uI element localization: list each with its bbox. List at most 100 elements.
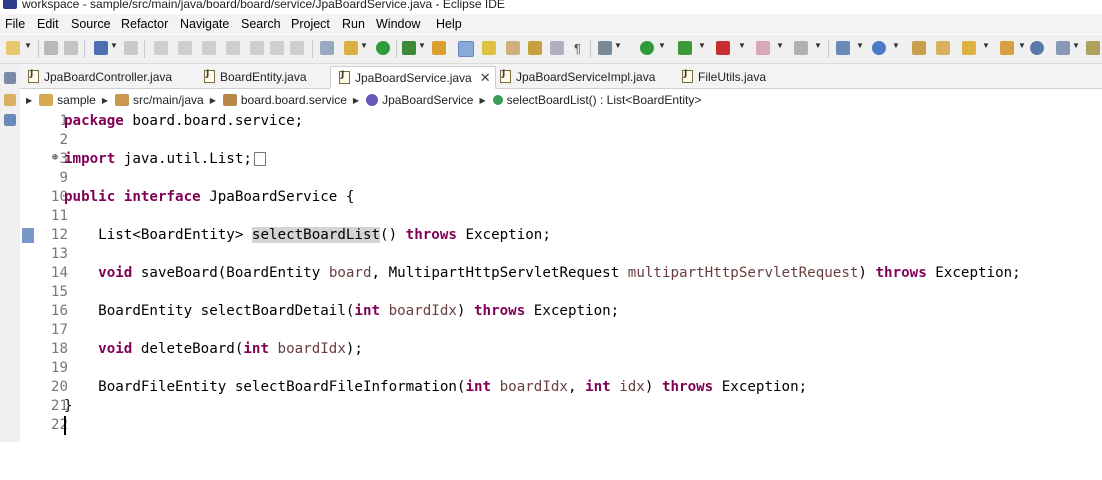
- code-line: 21 }: [50, 398, 73, 414]
- save-all-icon[interactable]: [64, 41, 78, 55]
- code-line: 17: [50, 322, 68, 338]
- menu-window[interactable]: Window: [376, 17, 420, 31]
- chevron-right-icon[interactable]: ▶: [26, 96, 32, 105]
- tab-label: BoardEntity.java: [220, 69, 307, 84]
- refresh-icon[interactable]: [402, 41, 416, 55]
- run-icon[interactable]: [640, 41, 654, 55]
- package-icon: [222, 94, 237, 106]
- code-line: 12 List<BoardEntity> selectBoardList() t…: [20, 226, 1102, 245]
- show-whitespace-icon[interactable]: [550, 41, 564, 55]
- disconnect-icon[interactable]: [226, 41, 240, 55]
- step-into-icon[interactable]: [250, 41, 264, 55]
- menu-project[interactable]: Project: [291, 17, 330, 31]
- tab-jpaboardserviceimpl[interactable]: JpaBoardServiceImpl.java: [500, 66, 655, 87]
- start-server-icon[interactable]: [376, 41, 390, 55]
- menu-run[interactable]: Run: [342, 17, 365, 31]
- tab-boardentity[interactable]: BoardEntity.java: [204, 66, 307, 87]
- toggle-mark-occurrences-icon[interactable]: [458, 41, 474, 57]
- project-icon: [39, 94, 54, 106]
- code-line: 10 public interface JpaBoardService {: [50, 189, 355, 205]
- deploy-icon[interactable]: [794, 41, 808, 55]
- next-edit-icon[interactable]: [1086, 41, 1100, 55]
- restore-icon[interactable]: [4, 72, 16, 84]
- occurrence-marker: [22, 228, 34, 243]
- run-coverage-icon[interactable]: [678, 41, 692, 55]
- terminate-icon[interactable]: [202, 41, 216, 55]
- code-line: 1 package board.board.service;: [59, 113, 304, 129]
- tab-fileutils[interactable]: FileUtils.java: [682, 66, 766, 87]
- window-title: workspace - sample/src/main/java/board/b…: [22, 0, 505, 11]
- suspend-icon[interactable]: [178, 41, 192, 55]
- menu-navigate[interactable]: Navigate: [180, 17, 229, 31]
- tab-label: JpaBoardServiceImpl.java: [516, 69, 656, 84]
- java-file-icon: [28, 69, 39, 83]
- toggle-block-icon[interactable]: [528, 41, 542, 55]
- java-file-icon: [500, 69, 511, 83]
- stop-icon[interactable]: [756, 41, 770, 55]
- open-type-icon[interactable]: [912, 41, 926, 55]
- use-step-filters-icon[interactable]: [320, 41, 334, 55]
- menu-source[interactable]: Source: [71, 17, 111, 31]
- chevron-right-icon[interactable]: ▶: [210, 96, 216, 105]
- last-edit-location-icon[interactable]: [1056, 41, 1070, 55]
- breadcrumb: ▶ sample ▶ src/main/java ▶ board.board.s…: [20, 89, 1102, 111]
- code-line: 14 void saveBoard(BoardEntity board, Mul…: [50, 265, 1021, 281]
- skip-breakpoints-icon[interactable]: [124, 41, 138, 55]
- menu-help[interactable]: Help: [436, 17, 462, 31]
- highlight-icon[interactable]: [482, 41, 496, 55]
- code-line: 11: [50, 208, 68, 224]
- menu-edit[interactable]: Edit: [37, 17, 59, 31]
- method-icon: [492, 95, 503, 105]
- open-console-icon[interactable]: [94, 41, 108, 55]
- search-icon[interactable]: [962, 41, 976, 55]
- tab-jpaboardservice[interactable]: JpaBoardService.java ✕: [330, 66, 496, 89]
- new-class-icon[interactable]: [872, 41, 886, 55]
- open-resource-icon[interactable]: [1000, 41, 1014, 55]
- breadcrumb-source-folder[interactable]: src/main/java: [115, 93, 204, 107]
- breadcrumb-package[interactable]: board.board.service: [222, 93, 347, 107]
- text-caret: [64, 416, 66, 435]
- new-java-project-icon[interactable]: [836, 41, 850, 55]
- next-annotation-icon[interactable]: [506, 41, 520, 55]
- code-editor[interactable]: 1 package board.board.service; 2 3 ⊕ imp…: [20, 112, 1102, 442]
- external-tools-icon[interactable]: [716, 41, 730, 55]
- breadcrumb-project[interactable]: sample: [39, 93, 96, 107]
- resume-icon[interactable]: [154, 41, 168, 55]
- code-line: 9: [59, 170, 68, 186]
- code-line: 20 BoardFileEntity selectBoardFileInform…: [50, 379, 808, 395]
- code-line: 22: [50, 416, 68, 435]
- chevron-right-icon[interactable]: ▶: [353, 96, 359, 105]
- source-folder-icon: [115, 94, 129, 106]
- java-file-icon: [339, 70, 350, 84]
- menu-file[interactable]: File: [5, 17, 25, 31]
- step-return-icon[interactable]: [290, 41, 304, 55]
- new-icon[interactable]: [6, 41, 20, 55]
- web-browser-icon[interactable]: [1030, 41, 1044, 55]
- menu-refactor[interactable]: Refactor: [121, 17, 168, 31]
- collapsed-imports-icon[interactable]: [253, 152, 266, 166]
- chevron-right-icon[interactable]: ▶: [479, 96, 485, 105]
- debug-config-icon[interactable]: [344, 41, 358, 55]
- menu-search[interactable]: Search: [241, 17, 281, 31]
- code-line: 3 ⊕ import java.util.List;: [20, 150, 1102, 169]
- package-explorer-icon[interactable]: [4, 94, 16, 106]
- step-over-icon[interactable]: [270, 41, 284, 55]
- save-icon[interactable]: [44, 41, 58, 55]
- open-task-icon[interactable]: [936, 41, 950, 55]
- tab-jpaboardcontroller[interactable]: JpaBoardController.java: [28, 66, 172, 87]
- build-icon[interactable]: [432, 41, 446, 55]
- interface-icon: [366, 94, 379, 106]
- close-icon[interactable]: ✕: [480, 70, 491, 86]
- expand-icon[interactable]: ⊕: [52, 152, 58, 163]
- breadcrumb-interface[interactable]: JpaBoardService: [366, 93, 473, 107]
- code-line: 18 void deleteBoard(int boardIdx);: [50, 341, 363, 357]
- code-line: 16 BoardEntity selectBoardDetail(int boa…: [50, 303, 620, 319]
- type-hierarchy-icon[interactable]: [4, 114, 16, 126]
- chevron-right-icon[interactable]: ▶: [102, 96, 108, 105]
- code-line: 19: [50, 360, 68, 376]
- breadcrumb-method[interactable]: selectBoardList() : List<BoardEntity>: [492, 93, 701, 107]
- tab-label: FileUtils.java: [698, 69, 767, 84]
- pilcrow-icon[interactable]: ¶: [574, 41, 581, 56]
- debug-icon[interactable]: [598, 41, 612, 55]
- java-file-icon: [204, 69, 215, 83]
